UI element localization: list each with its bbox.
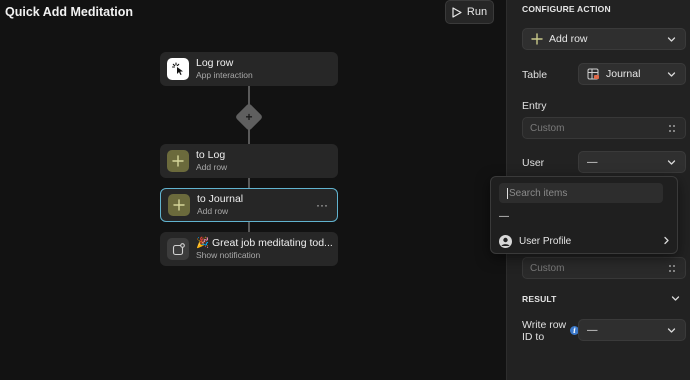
- play-icon: [452, 6, 462, 18]
- chevron-down-icon: [667, 160, 676, 165]
- write-row-label-line2: ID to: [522, 331, 545, 343]
- node-subtitle: App interaction: [196, 70, 253, 80]
- action-select[interactable]: Add row: [522, 28, 686, 50]
- page-title: Quick Add Meditation: [5, 5, 134, 19]
- table-label: Table: [522, 69, 548, 81]
- plus-icon: [531, 33, 543, 45]
- chevron-down-icon: [667, 328, 676, 333]
- flow-node-to-journal[interactable]: to Journal Add row ···: [160, 188, 338, 222]
- flow-connector: [248, 221, 250, 232]
- notification-icon: [167, 238, 189, 260]
- node-title: to Journal: [197, 193, 244, 205]
- table-select[interactable]: Journal: [578, 63, 686, 85]
- write-row-label: Write row ID to: [522, 319, 566, 343]
- user-avatar-icon: [499, 234, 512, 248]
- node-title: 🎉 Great job meditating tod...: [196, 237, 333, 249]
- cursor-click-icon: [167, 58, 189, 80]
- chevron-down-icon[interactable]: [671, 294, 680, 303]
- entry-placeholder: Custom: [530, 122, 565, 134]
- write-row-select-value: —: [587, 324, 598, 336]
- flow-node-to-log[interactable]: to Log Add row: [160, 144, 338, 178]
- chevron-right-icon: [664, 236, 669, 245]
- configure-action-heading: CONFIGURE ACTION: [522, 4, 611, 14]
- custom-placeholder: Custom: [530, 262, 565, 274]
- run-button[interactable]: Run: [445, 0, 494, 24]
- drag-handle-icon[interactable]: [668, 124, 676, 133]
- flow-node-notification[interactable]: 🎉 Great job meditating tod... Show notif…: [160, 232, 338, 266]
- search-placeholder: Search items: [509, 187, 568, 199]
- dropdown-option-label: User Profile: [519, 235, 572, 247]
- add-step-button[interactable]: +: [234, 102, 264, 132]
- custom-input[interactable]: Custom: [522, 257, 686, 279]
- plus-icon: [167, 150, 189, 172]
- plus-icon: +: [245, 110, 253, 124]
- user-select[interactable]: —: [578, 151, 686, 173]
- action-select-value: Add row: [549, 33, 588, 45]
- flow-node-log-row[interactable]: Log row App interaction: [160, 52, 338, 86]
- result-heading: RESULT: [522, 294, 557, 304]
- write-row-label-line1: Write row: [522, 319, 567, 331]
- entry-label: Entry: [522, 100, 547, 112]
- entry-input[interactable]: Custom: [522, 117, 686, 139]
- drag-handle-icon[interactable]: [668, 264, 676, 273]
- write-row-select[interactable]: —: [578, 319, 686, 341]
- table-icon: [587, 68, 599, 80]
- dropdown-option-user-profile[interactable]: User Profile: [499, 233, 671, 249]
- table-select-value: Journal: [606, 68, 641, 80]
- user-dropdown-menu: Search items — User Profile: [490, 176, 678, 254]
- text-caret: [507, 187, 508, 199]
- chevron-down-icon: [667, 37, 676, 42]
- node-subtitle: Show notification: [196, 250, 261, 260]
- node-subtitle: Add row: [197, 206, 229, 216]
- node-title: to Log: [196, 149, 226, 161]
- flow-canvas: Quick Add Meditation Run + Log row App i…: [0, 0, 506, 380]
- user-label: User: [522, 157, 545, 169]
- node-subtitle: Add row: [196, 162, 228, 172]
- node-title: Log row: [196, 57, 234, 69]
- flow-connector: [248, 178, 250, 188]
- more-menu-icon[interactable]: ···: [316, 198, 328, 212]
- user-select-value: —: [587, 156, 598, 168]
- plus-icon: [168, 194, 190, 216]
- run-label: Run: [466, 6, 488, 18]
- search-items-input[interactable]: Search items: [499, 183, 663, 203]
- chevron-down-icon: [667, 72, 676, 77]
- dropdown-option-none[interactable]: —: [499, 211, 509, 222]
